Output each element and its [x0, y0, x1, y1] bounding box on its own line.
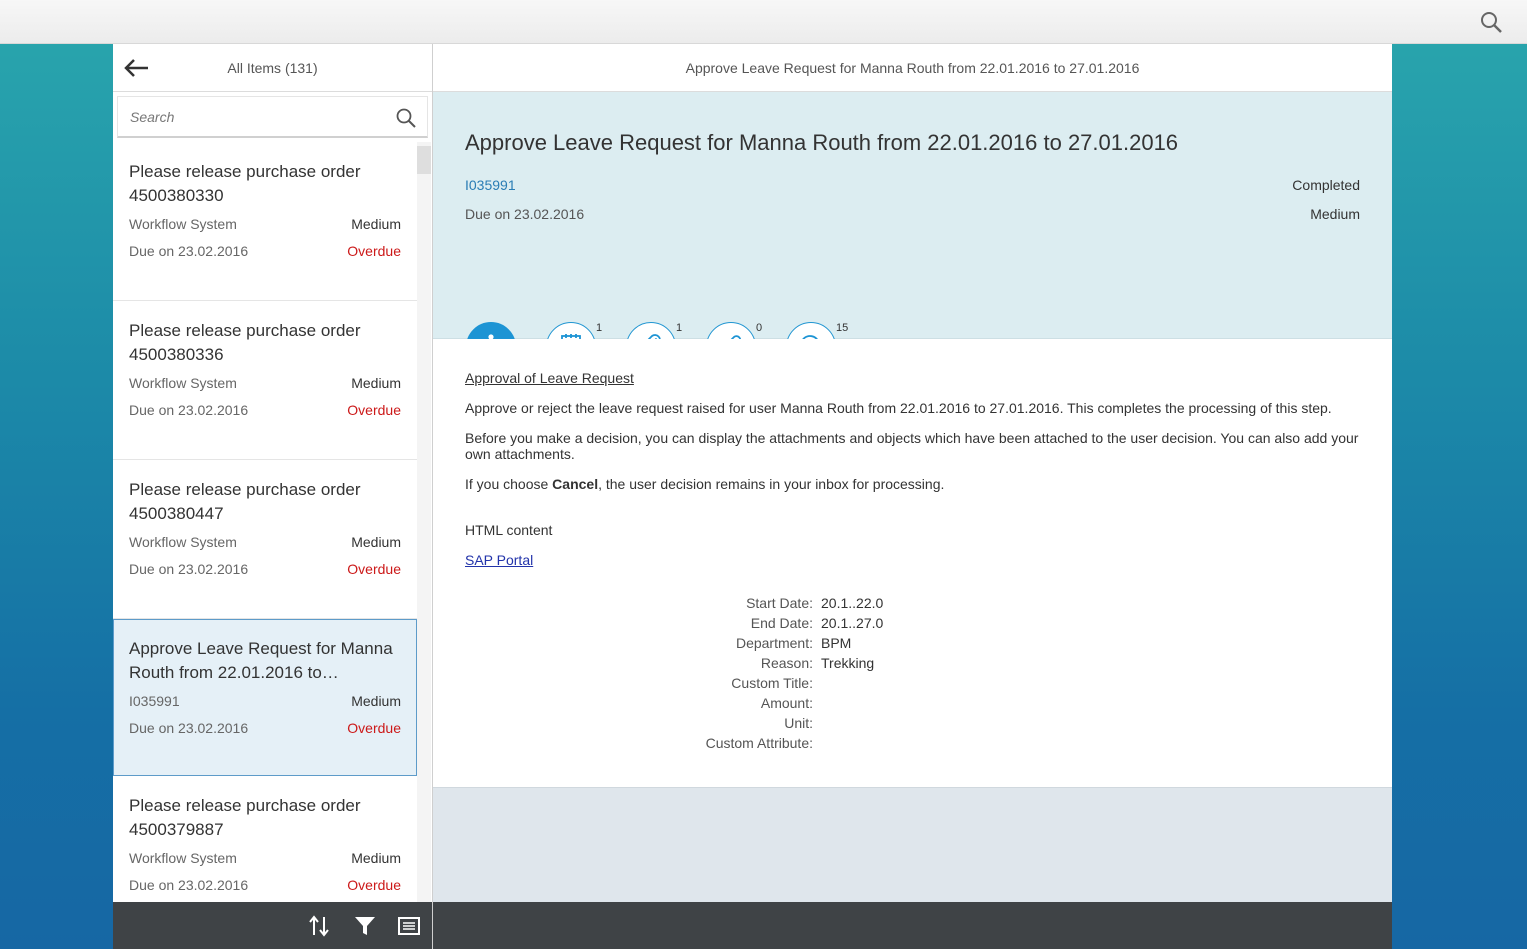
list-item-creator: Workflow System	[129, 850, 237, 866]
list-item-status: Overdue	[347, 402, 401, 418]
filter-icon[interactable]	[351, 912, 379, 940]
list-item[interactable]: Please release purchase order 4500380336…	[113, 301, 417, 460]
list-item-priority: Medium	[351, 693, 401, 709]
tab-attachments-count: 1	[676, 322, 683, 334]
list-item-selected[interactable]: Approve Leave Request for Manna Routh fr…	[113, 619, 417, 776]
list-item-due-date: Due on 23.02.2016	[129, 402, 249, 418]
list-item-due-date: Due on 23.02.2016	[129, 243, 249, 259]
list-item-title: Please release purchase order 4500380447	[129, 480, 361, 523]
description-heading: Approval of Leave Request	[465, 370, 634, 386]
property-value: 20.1..22.0	[821, 595, 884, 611]
list-item-creator: Workflow System	[129, 216, 237, 232]
property-label: Reason:	[760, 655, 813, 671]
object-priority: Medium	[1310, 206, 1360, 222]
sort-icon[interactable]	[305, 912, 333, 940]
search-field	[117, 96, 428, 138]
task-list: Please release purchase order 4500380330…	[113, 142, 432, 902]
properties-table: Start Date: 20.1..22.0 End Date: 20.1..2…	[633, 595, 1133, 755]
list-item[interactable]: Please release purchase order 4500380447…	[113, 460, 417, 619]
description-paragraph-3: If you choose Cancel, the user decision …	[465, 476, 1380, 492]
property-value: 20.1..27.0	[821, 615, 884, 631]
object-creator-link[interactable]: I035991	[465, 177, 516, 193]
list-item-due-date: Due on 23.02.2016	[129, 720, 249, 736]
list-item-priority: Medium	[351, 375, 401, 391]
list-item[interactable]: Please release purchase order 4500380330…	[113, 142, 417, 301]
paragraph-3-suffix: , the user decision remains in your inbo…	[598, 476, 945, 492]
list-item-title: Please release purchase order 4500379887	[129, 796, 361, 839]
description-paragraph-1: Approve or reject the leave request rais…	[465, 400, 1332, 416]
list-item-creator: Workflow System	[129, 375, 237, 391]
property-label: Custom Attribute:	[705, 735, 813, 751]
master-header: All Items (131)	[113, 44, 432, 92]
list-item-creator: Workflow System	[129, 534, 237, 550]
master-panel: All Items (131) Please release purchase …	[113, 44, 432, 949]
html-content-label: HTML content	[465, 522, 553, 538]
group-icon[interactable]	[395, 912, 423, 940]
scrollbar-thumb[interactable]	[417, 146, 431, 174]
tab-notes-count: 1	[596, 322, 603, 334]
detail-header-title: Approve Leave Request for Manna Routh fr…	[685, 60, 1140, 76]
detail-footer-toolbar	[433, 902, 1392, 949]
object-status: Completed	[1292, 177, 1360, 193]
property-row: Custom Title:	[633, 675, 1133, 695]
property-row: Amount:	[633, 695, 1133, 715]
property-value: Trekking	[821, 655, 875, 671]
shell-header	[0, 0, 1527, 44]
property-value: BPM	[821, 635, 852, 651]
search-icon[interactable]	[395, 107, 417, 129]
detail-header: Approve Leave Request for Manna Routh fr…	[433, 44, 1392, 92]
list-scrollbar[interactable]	[417, 142, 431, 902]
object-header: Approve Leave Request for Manna Routh fr…	[433, 92, 1392, 386]
master-title: All Items (131)	[227, 60, 318, 76]
object-title: Approve Leave Request for Manna Routh fr…	[465, 130, 1179, 155]
search-input[interactable]	[118, 97, 388, 137]
list-item-status: Overdue	[347, 561, 401, 577]
list-item[interactable]: Please release purchase order 4500379887…	[113, 776, 417, 902]
property-row: Start Date: 20.1..22.0	[633, 595, 1133, 615]
search-icon[interactable]	[1477, 8, 1505, 36]
property-label: Unit:	[784, 715, 813, 731]
tab-history-count: 15	[836, 322, 849, 334]
property-row: Department: BPM	[633, 635, 1133, 655]
property-label: Custom Title:	[731, 675, 813, 691]
property-label: End Date:	[750, 615, 813, 631]
property-row: Unit:	[633, 715, 1133, 735]
property-label: Amount:	[760, 695, 813, 711]
list-item-creator: I035991	[129, 693, 180, 709]
list-item-status: Overdue	[347, 243, 401, 259]
list-item-priority: Medium	[351, 216, 401, 232]
detail-panel: Approve Leave Request for Manna Routh fr…	[433, 44, 1392, 949]
property-row: End Date: 20.1..27.0	[633, 615, 1133, 635]
list-item-priority: Medium	[351, 534, 401, 550]
property-label: Department:	[735, 635, 813, 651]
paragraph-3-prefix: If you choose	[465, 476, 553, 492]
property-row: Reason: Trekking	[633, 655, 1133, 675]
list-item-status: Overdue	[347, 877, 401, 893]
description-paragraph-2: Before you make a decision, you can disp…	[465, 430, 1359, 462]
tab-related-objects-count: 0	[756, 322, 763, 334]
list-item-title: Please release purchase order 4500380330	[129, 162, 361, 205]
object-due-date: Due on 23.02.2016	[465, 206, 585, 222]
list-item-status: Overdue	[347, 720, 401, 736]
task-description: Approval of Leave Request Approve or rej…	[433, 339, 1392, 788]
sap-portal-link[interactable]: SAP Portal	[465, 552, 533, 568]
list-item-title: Please release purchase order 4500380336	[129, 321, 361, 364]
list-item-title: Approve Leave Request for Manna Routh fr…	[129, 639, 393, 682]
cancel-keyword: Cancel	[552, 476, 599, 492]
master-footer-toolbar	[113, 902, 432, 949]
list-item-priority: Medium	[351, 850, 401, 866]
list-item-due-date: Due on 23.02.2016	[129, 877, 249, 893]
list-item-due-date: Due on 23.02.2016	[129, 561, 249, 577]
property-row: Custom Attribute:	[633, 735, 1133, 755]
property-label: Start Date:	[746, 595, 813, 611]
